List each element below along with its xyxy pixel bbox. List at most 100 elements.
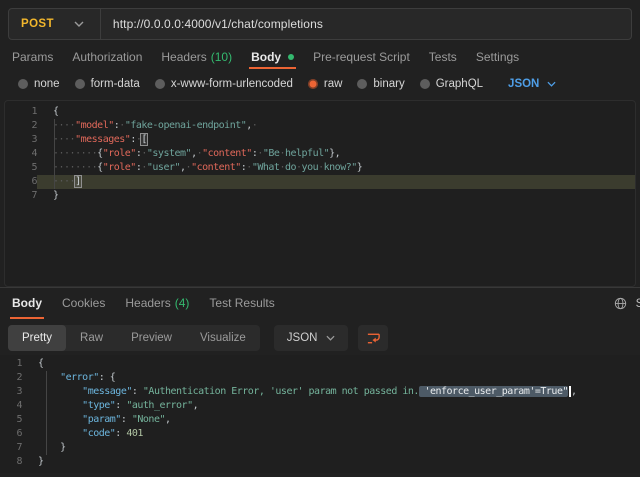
- code-token: "role": [103, 148, 136, 159]
- code-token: do: [285, 162, 296, 173]
- code-token: ,: [571, 386, 577, 397]
- tab-pre-request-script[interactable]: Pre-request Script: [311, 46, 412, 68]
- code-line: 5········{"role":·"user",·"content":·"Wh…: [5, 161, 635, 175]
- url-input[interactable]: http://0.0.0.0:4000/v1/chat/completions: [101, 17, 323, 31]
- code-token: [38, 386, 82, 397]
- code-token: : {: [99, 372, 116, 383]
- code-line: 4 "type": "auth_error",: [0, 399, 640, 413]
- code-token: know?": [324, 162, 357, 173]
- code-token: you: [302, 162, 319, 173]
- method-dropdown[interactable]: POST: [9, 9, 100, 39]
- code-token: }: [357, 162, 363, 173]
- globe-icon[interactable]: [614, 297, 627, 310]
- response-tab-test-results[interactable]: Test Results: [207, 288, 276, 318]
- response-format-dropdown[interactable]: JSON: [274, 325, 349, 351]
- code-line: 6 "code": 401: [0, 427, 640, 441]
- raw-format-dropdown[interactable]: JSON: [508, 78, 556, 90]
- code-line-content: "code": 401: [22, 427, 640, 441]
- url-row: POST http://0.0.0.0:4000/v1/chat/complet…: [0, 0, 640, 46]
- body-type-row: none form-data x-www-form-urlencoded raw bin…: [0, 68, 640, 100]
- chevron-down-icon: [326, 335, 335, 341]
- line-number: 8: [0, 455, 22, 469]
- view-pretty-button[interactable]: Pretty: [8, 325, 66, 351]
- view-mode-segmented-control: PrettyRawPreviewVisualize: [8, 325, 260, 351]
- code-token: }: [53, 190, 59, 201]
- code-token: ········: [53, 162, 97, 173]
- code-token: [38, 428, 82, 439]
- body-type-raw[interactable]: raw: [308, 78, 343, 90]
- request-body-editor[interactable]: 1{2····"model":·"fake-openai-endpoint",·…: [4, 100, 636, 287]
- code-line-content: ········{"role":·"user",·"content":·"Wha…: [37, 161, 635, 175]
- code-token: "Be: [263, 148, 280, 159]
- wrap-text-button[interactable]: [358, 325, 388, 351]
- code-line: 6····]: [5, 175, 635, 189]
- response-tab-headers[interactable]: Headers(4): [123, 288, 191, 318]
- code-token: "error": [60, 372, 99, 383]
- tab-headers[interactable]: Headers(10): [159, 46, 234, 68]
- code-token: "role": [103, 162, 136, 173]
- radio-label: raw: [324, 78, 343, 90]
- code-line: 5 "param": "None",: [0, 413, 640, 427]
- view-preview-button[interactable]: Preview: [117, 325, 186, 351]
- tab-body[interactable]: Body: [249, 46, 296, 68]
- indent-guide: [54, 119, 55, 189]
- tab-params[interactable]: Params: [10, 46, 55, 68]
- api-client-window: POST http://0.0.0.0:4000/v1/chat/complet…: [0, 0, 640, 477]
- tab-label: Headers: [161, 50, 206, 64]
- code-line: 4········{"role":·"system",·"content":·"…: [5, 147, 635, 161]
- radio-label: GraphQL: [436, 78, 483, 90]
- code-line: 2····"model":·"fake-openai-endpoint",·: [5, 119, 635, 133]
- radio-label: none: [34, 78, 60, 90]
- code-token: [38, 400, 82, 411]
- code-token: ····: [53, 134, 75, 145]
- radio-label: binary: [373, 78, 404, 90]
- body-type-binary[interactable]: binary: [357, 78, 404, 90]
- body-type-none[interactable]: none: [18, 78, 60, 90]
- status-text-clipped: St: [636, 296, 640, 310]
- response-header-right: St: [614, 288, 640, 318]
- code-token: [38, 442, 60, 453]
- code-token: helpful": [285, 148, 329, 159]
- response-body-editor[interactable]: 1{2 "error": {3 "message": "Authenticati…: [0, 355, 640, 473]
- code-token: [: [141, 134, 147, 145]
- tab-label: Headers: [125, 296, 170, 310]
- response-tab-body[interactable]: Body: [10, 288, 44, 318]
- view-raw-button[interactable]: Raw: [66, 325, 117, 351]
- code-token: ········: [53, 148, 97, 159]
- code-token: 401: [126, 428, 143, 439]
- line-number: 3: [5, 133, 37, 147]
- code-line-content: {: [37, 105, 635, 119]
- tab-authorization[interactable]: Authorization: [70, 46, 144, 68]
- tab-tests[interactable]: Tests: [427, 46, 459, 68]
- tab-settings[interactable]: Settings: [474, 46, 521, 68]
- tab-label: Body: [251, 50, 281, 64]
- code-token: :: [132, 386, 143, 397]
- code-token: ,: [165, 414, 171, 425]
- code-line: 7}: [5, 189, 635, 203]
- code-token: [38, 414, 82, 425]
- code-line-content: "message": "Authentication Error, 'user'…: [22, 385, 640, 399]
- line-number: 4: [5, 147, 37, 161]
- line-number: 3: [0, 385, 22, 399]
- radio-label: form-data: [91, 78, 140, 90]
- method-label: POST: [21, 18, 54, 30]
- response-toolbar: PrettyRawPreviewVisualize JSON: [8, 325, 640, 351]
- code-line: 1{: [0, 357, 640, 371]
- line-number: 5: [5, 161, 37, 175]
- body-type-form-data[interactable]: form-data: [75, 78, 140, 90]
- code-line-content: }: [37, 189, 635, 203]
- code-token: "model": [75, 120, 114, 131]
- body-type-x-www-form-urlencoded[interactable]: x-www-form-urlencoded: [155, 78, 293, 90]
- code-token: }: [38, 456, 44, 467]
- code-token: "fake-openai-endpoint": [125, 120, 246, 131]
- radio-label: x-www-form-urlencoded: [171, 78, 293, 90]
- code-line-content: ····]: [37, 175, 635, 189]
- line-number: 2: [5, 119, 37, 133]
- response-tab-cookies[interactable]: Cookies: [60, 288, 107, 318]
- code-token: ,: [193, 400, 199, 411]
- body-type-graphql[interactable]: GraphQL: [420, 78, 483, 90]
- view-visualize-button[interactable]: Visualize: [186, 325, 260, 351]
- request-tabs: Params Authorization Headers(10) Body Pre-re…: [0, 46, 640, 68]
- radio-icon: [357, 79, 367, 89]
- code-token: [38, 372, 60, 383]
